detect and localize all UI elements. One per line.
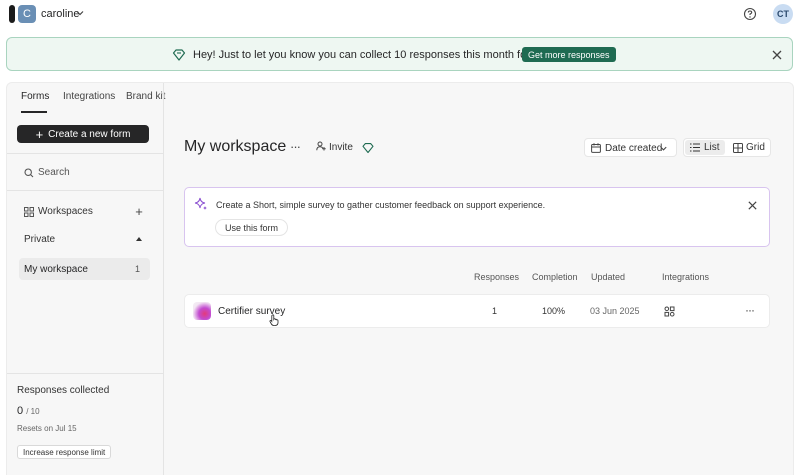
suggestion-text: Create a Short, simple survey to gather … [216,200,546,210]
responses-limit: / 10 [26,407,40,416]
calendar-icon [591,143,601,153]
grid-icon[interactable] [733,143,743,153]
main-frame: Forms Integrations Brand kit + Create a … [6,82,794,475]
search-icon [24,168,34,178]
sparkle-icon [194,197,207,210]
responses-count: 0 / 10 [17,405,40,417]
caret-up-icon [136,237,142,241]
column-header-updated[interactable]: Updated [591,272,625,282]
integrations-icon[interactable] [664,306,675,317]
list-view-button[interactable]: List [685,140,725,155]
invite-button[interactable]: Invite [316,141,353,153]
workspace-item-label: My workspace [24,264,88,275]
banner-message: Hey! Just to let you know you can collec… [193,49,555,61]
app-logo[interactable] [9,5,15,23]
diamond-icon [172,49,186,61]
sidebar: + Create a new form Search Workspaces + … [7,83,164,475]
workspace-item-count: 1 [134,264,140,274]
private-label: Private [24,234,56,245]
column-header-responses[interactable]: Responses [474,272,519,282]
create-form-label: Create a new form [48,128,131,140]
hand-pointer-icon [269,314,279,326]
ai-suggestion-card: Create a Short, simple survey to gather … [184,187,770,247]
plus-icon: + [35,126,44,142]
form-responses: 1 [492,306,498,316]
form-thumbnail [193,302,211,320]
list-view-label: List [704,142,720,153]
free-plan-banner: Hey! Just to let you know you can collec… [6,37,793,71]
table-row[interactable]: Certifier survey 1 100% 03 Jun 2025 ··· [184,294,770,328]
close-icon[interactable] [747,200,758,211]
divider [7,373,164,374]
sort-label: Date created [605,143,663,154]
top-bar: C caroline CT [0,0,800,30]
row-more-icon[interactable]: ··· [745,303,755,317]
create-form-button[interactable]: + Create a new form [17,125,149,143]
account-name[interactable]: caroline [41,8,80,20]
responses-reset-date: Resets on Jul 15 [17,424,77,433]
help-icon[interactable] [743,7,757,21]
use-this-form-button[interactable]: Use this form [215,219,289,236]
column-header-completion[interactable]: Completion [532,272,578,282]
invite-label: Invite [329,142,353,153]
add-workspace-button[interactable]: + [132,204,146,219]
form-completion: 100% [542,306,566,316]
form-updated: 03 Jun 2025 [590,306,640,316]
diamond-icon[interactable] [362,142,374,154]
workspaces-label: Workspaces [38,206,93,217]
column-header-integrations[interactable]: Integrations [662,272,709,282]
list-icon [690,143,700,152]
chevron-down-icon [660,146,667,151]
sidebar-item-my-workspace[interactable]: My workspace 1 [19,258,150,280]
close-icon[interactable] [771,49,783,61]
divider [7,190,164,191]
private-section-toggle[interactable]: Private [24,234,144,248]
view-toggle: List Grid [683,138,771,157]
user-plus-icon [316,141,326,151]
chevron-down-icon[interactable] [75,8,85,18]
account-avatar[interactable]: C [18,5,36,23]
increase-response-limit-button[interactable]: Increase response limit [17,445,112,459]
workspace-more-icon[interactable]: ··· [290,139,301,154]
responses-collected-label: Responses collected [17,385,110,396]
search-placeholder: Search [38,167,70,178]
get-more-responses-button[interactable]: Get more responses [522,47,616,62]
search-input[interactable]: Search [24,167,154,181]
grid-view-button[interactable]: Grid [746,142,765,153]
sort-dropdown[interactable]: Date created [584,138,677,157]
user-avatar[interactable]: CT [773,4,793,24]
page-title: My workspace [184,138,287,155]
workspaces-header: Workspaces + [24,204,154,220]
workspaces-icon [24,207,34,217]
responses-collected-value: 0 [17,405,24,417]
divider [7,153,164,154]
